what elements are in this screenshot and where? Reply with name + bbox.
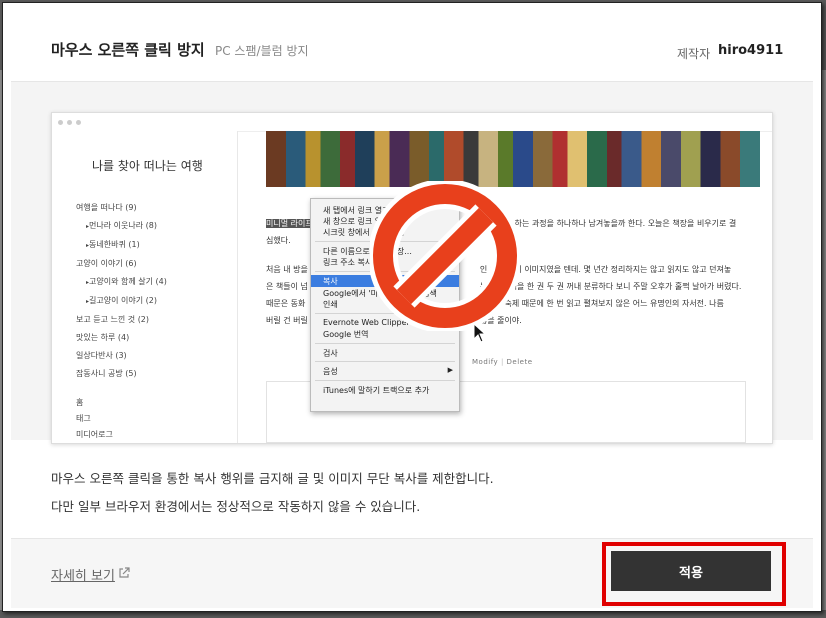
bookshelf-image xyxy=(266,131,760,187)
ctx-separator xyxy=(315,361,455,362)
modal-header: 마우스 오른쪽 클릭 방지 PC 스팸/블럼 방지 제작자 hiro4911 xyxy=(11,7,813,82)
apply-button[interactable]: 적용 xyxy=(611,551,771,591)
category-item: 고양이와 함께 살기 (4) xyxy=(76,273,167,292)
selected-text: 미니멀 라이프 xyxy=(266,219,313,228)
delete-link: Delete xyxy=(506,358,533,366)
modal-frame: 마우스 오른쪽 클릭 방지 PC 스팸/블럼 방지 제작자 hiro4911 나… xyxy=(2,2,822,612)
nav-item-home: 홈 xyxy=(76,398,84,407)
blog-sidebar: 나를 찾아 떠나는 여행 여행을 떠나다 (9) 먼나라 이웃나라 (8) 동네… xyxy=(52,131,238,443)
ctx-google-translate: Google 번역 xyxy=(323,330,369,339)
category-item: 고양이 이야기 (6) xyxy=(76,259,137,268)
external-link-icon xyxy=(119,567,130,578)
window-dot-icon xyxy=(67,120,72,125)
category-item: 길고양이 이야기 (2) xyxy=(76,292,167,311)
blog-nav-menu: 홈 태그 미디어로그 xyxy=(76,395,113,443)
ctx-separator xyxy=(315,380,455,381)
description-line: 다만 일부 브라우저 환경에서는 정상적으로 작동하지 않을 수 있습니다. xyxy=(51,499,421,514)
modify-link: Modify xyxy=(472,358,499,366)
category-item: 여행을 떠나다 (9) xyxy=(76,203,137,212)
preview-area: 나를 찾아 떠나는 여행 여행을 떠나다 (9) 먼나라 이웃나라 (8) 동네… xyxy=(11,82,813,444)
category-item: 일상다반사 (3) xyxy=(76,351,127,360)
author-name: hiro4911 xyxy=(718,43,784,58)
ctx-separator xyxy=(315,343,455,344)
category-item: 보고 듣고 느낀 것 (2) xyxy=(76,315,150,324)
author-label: 제작자 xyxy=(677,47,711,61)
ctx-speech: 음성 xyxy=(323,367,338,376)
blog-title: 나를 찾아 떠나는 여행 xyxy=(92,159,203,173)
category-item: 맛있는 하루 (4) xyxy=(76,333,130,342)
category-item: 잡동사니 공방 (5) xyxy=(76,369,137,378)
nav-item-medialog: 미디어로그 xyxy=(76,430,113,439)
ctx-copy: 복사 xyxy=(323,277,338,286)
mouse-cursor-icon xyxy=(473,323,487,343)
blog-category-menu: 여행을 떠나다 (9) 먼나라 이웃나라 (8) 동네한바퀴 (1) 고양이 이… xyxy=(76,199,167,383)
prohibited-sign-icon xyxy=(370,181,520,331)
submenu-arrow-icon: ▶ xyxy=(447,366,453,374)
browser-titlebar xyxy=(52,113,772,132)
plugin-title: 마우스 오른쪽 클릭 방지 xyxy=(51,41,205,59)
ctx-print: 인쇄 xyxy=(323,300,338,309)
modal-footer: 자세히 보기 적용 xyxy=(11,538,813,608)
description-line: 마우스 오른쪽 클릭을 통한 복사 행위를 금지해 글 및 이미지 무단 복사를… xyxy=(51,471,494,486)
preview-browser-window: 나를 찾아 떠나는 여행 여행을 떠나다 (9) 먼나라 이웃나라 (8) 동네… xyxy=(51,112,773,444)
plugin-category: PC 스팸/블럼 방지 xyxy=(215,44,309,58)
post-actions: Modify | Delete xyxy=(472,358,533,366)
window-dot-icon xyxy=(76,120,81,125)
category-item: 먼나라 이웃나라 (8) xyxy=(76,217,167,236)
learn-more-link[interactable]: 자세히 보기 xyxy=(51,565,115,584)
ctx-itunes: iTunes에 말하기 트랙으로 추가 xyxy=(323,386,430,395)
ctx-copy-link: 링크 주소 복사 xyxy=(323,258,373,267)
category-item: 동네한바퀴 (1) xyxy=(76,236,167,255)
ctx-inspect: 검사 xyxy=(323,349,338,358)
plugin-modal: 마우스 오른쪽 클릭 방지 PC 스팸/블럼 방지 제작자 hiro4911 나… xyxy=(11,7,813,608)
window-dot-icon xyxy=(58,120,63,125)
plugin-description: 마우스 오른쪽 클릭을 통한 복사 행위를 금지해 글 및 이미지 무단 복사를… xyxy=(51,465,494,521)
nav-item-tag: 태그 xyxy=(76,414,91,423)
